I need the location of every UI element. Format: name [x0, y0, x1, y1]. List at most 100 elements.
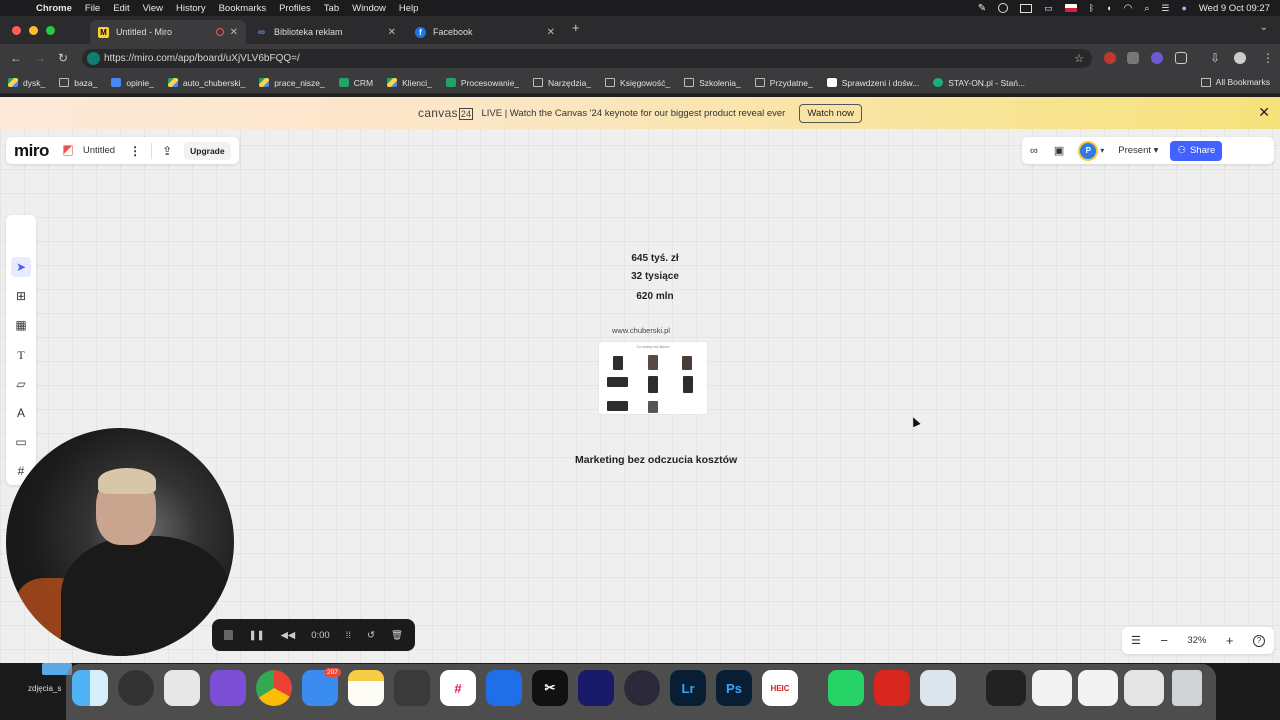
- board-menu-icon[interactable]: ⋮: [129, 144, 141, 158]
- menu-tab[interactable]: Tab: [324, 3, 339, 14]
- menu-window[interactable]: Window: [352, 3, 386, 14]
- close-tab-icon[interactable]: ✕: [547, 27, 555, 38]
- bookmark-link[interactable]: STAY-ON.pl - Stań...: [933, 78, 1025, 88]
- bookmark-folder[interactable]: Księgowość_: [605, 78, 670, 88]
- bookmark-link[interactable]: Procesowanie_: [445, 78, 519, 88]
- trash-bin-icon[interactable]: [1172, 670, 1202, 706]
- tab-ads-library[interactable]: ∞ Biblioteka reklam ✕: [248, 20, 404, 44]
- menu-history[interactable]: History: [176, 3, 206, 14]
- close-banner-icon[interactable]: ✕: [1258, 104, 1270, 121]
- menu-help[interactable]: Help: [399, 3, 419, 14]
- tab-search-icon[interactable]: ⌄: [1260, 22, 1268, 33]
- bookmark-folder[interactable]: Szkolenia_: [684, 78, 741, 88]
- testimonials-frame[interactable]: Co mówią moi klienci: [598, 341, 708, 415]
- bookmark-link[interactable]: Sprawdzeni i dośw...: [826, 78, 919, 88]
- close-window-button[interactable]: [12, 26, 21, 35]
- rewind-icon[interactable]: ◀◀: [281, 630, 296, 641]
- siri-icon[interactable]: ●: [1181, 3, 1186, 13]
- reload-icon[interactable]: ↻: [58, 51, 68, 65]
- templates-icon[interactable]: ⊞: [11, 286, 31, 306]
- stop-icon[interactable]: [224, 630, 233, 640]
- list-icon[interactable]: ☰: [1131, 634, 1141, 647]
- help-icon[interactable]: ?: [1252, 634, 1265, 647]
- bookmark-folder[interactable]: baza_: [59, 78, 97, 88]
- capcut-icon[interactable]: ✂: [532, 670, 568, 706]
- chevron-down-icon[interactable]: ▾: [1100, 146, 1104, 155]
- url-text[interactable]: https://miro.com/app/board/uXjVLV6bFQQ=/: [104, 53, 300, 64]
- screen-record-icon[interactable]: [998, 3, 1009, 13]
- calculator-icon[interactable]: [394, 670, 430, 706]
- menu-profiles[interactable]: Profiles: [279, 3, 311, 14]
- bookmark-star-icon[interactable]: ☆: [1074, 52, 1084, 65]
- present-button[interactable]: Present ▾: [1118, 145, 1158, 156]
- bookmark-folder[interactable]: Klienci_: [387, 78, 432, 88]
- grid-icon[interactable]: ⁞⁞: [346, 630, 351, 641]
- select-tool-icon[interactable]: ➤: [11, 257, 31, 277]
- slack-icon[interactable]: #: [440, 670, 476, 706]
- menu-view[interactable]: View: [143, 3, 163, 14]
- upgrade-button[interactable]: Upgrade: [184, 141, 231, 160]
- site-info-icon[interactable]: [87, 52, 100, 65]
- notes-icon[interactable]: [348, 670, 384, 706]
- bookmark-folder[interactable]: opinie_: [111, 78, 154, 88]
- display-icon[interactable]: [1020, 3, 1033, 13]
- comments-icon[interactable]: ▣: [1054, 144, 1064, 157]
- search-icon[interactable]: ⌕: [1144, 3, 1149, 14]
- bookmark-folder[interactable]: dysk_: [8, 78, 45, 88]
- export-icon[interactable]: ⇪: [162, 144, 172, 158]
- chrome-icon[interactable]: [256, 670, 292, 706]
- bookmark-link[interactable]: CRM: [338, 78, 373, 88]
- sticky-note-icon[interactable]: ▱: [11, 374, 31, 394]
- finder-icon[interactable]: [72, 670, 108, 706]
- text-tool-icon[interactable]: T: [11, 345, 31, 365]
- volume-icon[interactable]: ◖: [1106, 3, 1111, 13]
- recent-window-icon[interactable]: [986, 670, 1026, 706]
- new-tab-icon[interactable]: +: [572, 20, 580, 35]
- bookmark-folder[interactable]: Narzędzia_: [533, 78, 591, 88]
- minimize-window-button[interactable]: [29, 26, 38, 35]
- bookmark-folder[interactable]: Przydatne_: [754, 78, 813, 88]
- back-icon[interactable]: ←: [10, 51, 22, 65]
- recent-window-icon[interactable]: [1124, 670, 1164, 706]
- zoom-level[interactable]: 32%: [1187, 635, 1206, 646]
- preview-icon[interactable]: [920, 670, 956, 706]
- desktop-file-label[interactable]: zdjęcia_s: [28, 684, 61, 693]
- download-icon[interactable]: ⇩: [1210, 51, 1220, 65]
- control-center-icon[interactable]: ☰: [1161, 3, 1169, 14]
- menu-bookmarks[interactable]: Bookmarks: [219, 3, 267, 14]
- acrobat-icon[interactable]: [874, 670, 910, 706]
- share-button[interactable]: ⚇ Share: [1170, 140, 1223, 161]
- puzzle-icon[interactable]: [1175, 52, 1187, 64]
- board-text-revenue[interactable]: 645 tyś. zł: [620, 253, 690, 264]
- board-headline[interactable]: Marketing bez odczucia kosztów: [575, 454, 737, 466]
- quicktime-icon[interactable]: [118, 670, 154, 706]
- menu-file[interactable]: File: [85, 3, 100, 14]
- address-bar[interactable]: https://miro.com/app/board/uXjVLV6bFQQ=/…: [82, 49, 1092, 68]
- profile-avatar-icon[interactable]: [1234, 52, 1246, 64]
- bookmark-folder[interactable]: prace_nisze_: [259, 78, 325, 88]
- menu-app-name[interactable]: Chrome: [36, 3, 72, 14]
- pause-icon[interactable]: ❚❚: [249, 630, 265, 641]
- chrome-menu-icon[interactable]: ⋮: [1262, 51, 1274, 65]
- heic-converter-icon[interactable]: HEIC: [762, 670, 798, 706]
- wifi-icon[interactable]: ◠: [1124, 3, 1133, 14]
- forward-icon[interactable]: →: [34, 51, 46, 65]
- recent-window-icon[interactable]: [1078, 670, 1118, 706]
- menu-edit[interactable]: Edit: [113, 3, 129, 14]
- tab-facebook[interactable]: f Facebook ✕: [407, 20, 563, 44]
- zoom-in-icon[interactable]: +: [1226, 633, 1234, 648]
- tab-miro[interactable]: M Untitled - Miro ✕: [90, 20, 246, 44]
- trash-icon[interactable]: 🗑: [391, 630, 403, 641]
- reactions-icon[interactable]: ∞: [1030, 145, 1038, 157]
- bluetooth-icon[interactable]: ᛒ: [1089, 3, 1094, 13]
- zoom-window-button[interactable]: [46, 26, 55, 35]
- tasks-app-icon[interactable]: [486, 670, 522, 706]
- bookmark-folder[interactable]: auto_chuberski_: [167, 78, 245, 88]
- launchpad-icon[interactable]: [164, 670, 200, 706]
- pen-tool-icon[interactable]: A: [11, 403, 31, 423]
- close-tab-icon[interactable]: ✕: [230, 27, 238, 38]
- extension-icon[interactable]: [1127, 52, 1139, 64]
- extension-icon[interactable]: [1151, 52, 1163, 64]
- board-url-text[interactable]: www.chuberski.pl: [612, 326, 670, 335]
- extension-icon[interactable]: [1104, 52, 1116, 64]
